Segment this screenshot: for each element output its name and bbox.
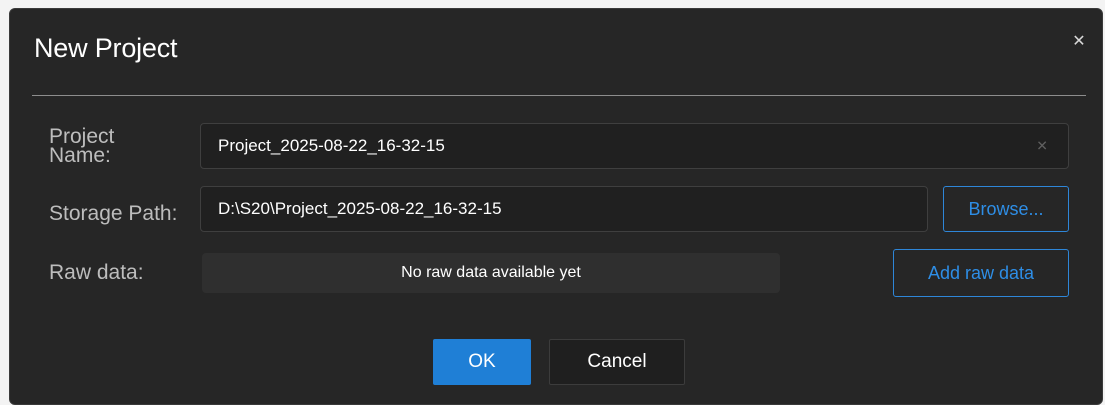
- raw-data-status: No raw data available yet: [202, 253, 780, 293]
- project-name-label: Project Name:: [49, 126, 114, 167]
- project-name-input[interactable]: Project_2025-08-22_16-32-15 ✕: [200, 123, 1069, 169]
- raw-data-label: Raw data:: [49, 261, 144, 284]
- storage-path-input[interactable]: D:\S20\Project_2025-08-22_16-32-15: [200, 186, 928, 232]
- clear-input-icon[interactable]: ✕: [1036, 138, 1048, 155]
- storage-path-label: Storage Path:: [49, 202, 178, 225]
- background: New Project ✕ Project Name: Project_2025…: [0, 0, 1105, 405]
- project-name-label-line2: Name:: [49, 144, 111, 167]
- dialog-title: New Project: [34, 33, 178, 63]
- title-divider: [32, 95, 1086, 96]
- ok-button[interactable]: OK: [433, 339, 531, 385]
- close-icon[interactable]: ✕: [1070, 33, 1088, 51]
- project-name-value: Project_2025-08-22_16-32-15: [218, 136, 445, 155]
- browse-button[interactable]: Browse...: [943, 186, 1069, 232]
- storage-path-value: D:\S20\Project_2025-08-22_16-32-15: [218, 199, 502, 218]
- new-project-dialog: New Project ✕ Project Name: Project_2025…: [9, 8, 1103, 405]
- add-raw-data-button[interactable]: Add raw data: [893, 249, 1069, 297]
- cancel-button[interactable]: Cancel: [549, 339, 685, 385]
